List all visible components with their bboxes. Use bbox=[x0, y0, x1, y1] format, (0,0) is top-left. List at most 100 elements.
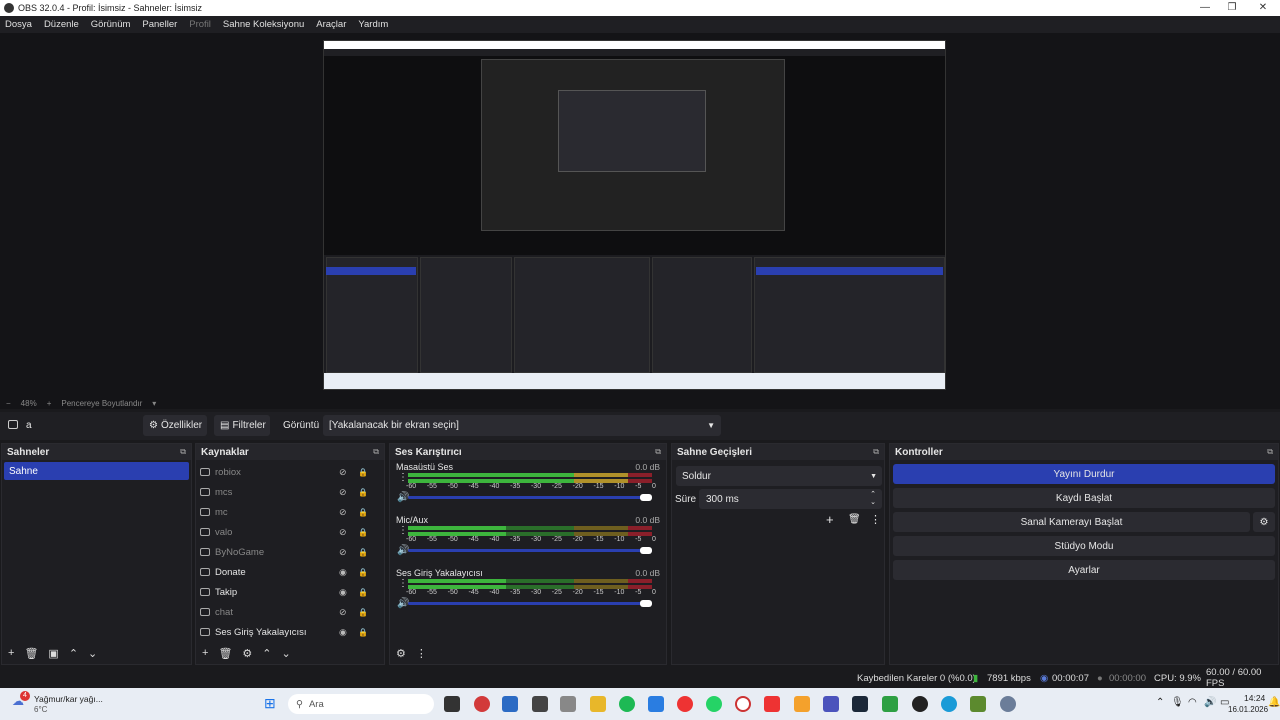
teams-icon[interactable] bbox=[823, 696, 839, 712]
undock-icon[interactable]: ⧉ bbox=[873, 447, 879, 457]
opera-icon[interactable] bbox=[735, 696, 751, 712]
menu-tools[interactable]: Araçlar bbox=[316, 19, 346, 30]
slider-knob[interactable] bbox=[640, 547, 652, 554]
transition-type-select[interactable]: Soldur ▼ bbox=[676, 466, 882, 486]
cloud-icon[interactable] bbox=[794, 696, 810, 712]
lock-icon[interactable]: 🔒 bbox=[358, 468, 368, 477]
zoom-dropdown-icon[interactable]: ▾ bbox=[152, 399, 156, 408]
source-row[interactable]: mc ⊘ 🔒 bbox=[196, 502, 384, 522]
stepper-icon[interactable]: ⌃ ⌄ bbox=[870, 491, 876, 507]
source-row[interactable]: Takip ◉ 🔒 bbox=[196, 582, 384, 602]
lock-icon[interactable]: 🔒 bbox=[358, 588, 368, 597]
zoom-in-button[interactable]: + bbox=[47, 399, 52, 408]
app-green-icon[interactable] bbox=[882, 696, 898, 712]
transition-menu-icon[interactable]: ⋮ bbox=[870, 513, 881, 526]
fit-window-label[interactable]: Pencereye Boyutlandır bbox=[61, 399, 142, 408]
lock-icon[interactable]: 🔒 bbox=[358, 628, 368, 637]
source-properties-icon[interactable]: ⚙ bbox=[242, 647, 252, 660]
filters-button[interactable]: ▤ Filtreler bbox=[214, 415, 270, 436]
undock-icon[interactable]: ⧉ bbox=[1267, 447, 1273, 457]
start-virtual-camera-button[interactable]: Sanal Kamerayı Başlat bbox=[893, 512, 1250, 532]
volume-slider[interactable] bbox=[408, 494, 652, 501]
add-source-icon[interactable]: + bbox=[202, 647, 208, 659]
browser-icon[interactable] bbox=[941, 696, 957, 712]
file-explorer-icon[interactable] bbox=[590, 696, 606, 712]
volume-icon[interactable]: 🔊 bbox=[1204, 697, 1216, 708]
source-row[interactable]: Ses Giriş Yakalayıcısı ◉ 🔒 bbox=[196, 622, 384, 642]
undock-icon[interactable]: ⧉ bbox=[373, 447, 379, 457]
start-menu-icon[interactable]: ⊞ bbox=[264, 695, 276, 712]
volume-slider[interactable] bbox=[408, 547, 652, 554]
eye-hidden-icon[interactable]: ⊘ bbox=[339, 507, 347, 518]
eye-icon[interactable]: ◉ bbox=[339, 567, 347, 578]
channel-menu-icon[interactable]: ⋮ bbox=[398, 525, 408, 536]
lock-icon[interactable]: 🔒 bbox=[358, 608, 368, 617]
source-row[interactable]: chat ⊘ 🔒 bbox=[196, 602, 384, 622]
whatsapp-icon[interactable] bbox=[706, 696, 722, 712]
remove-scene-icon[interactable]: 🗑 bbox=[24, 647, 38, 660]
clock-date[interactable]: 16.01.2026 bbox=[1228, 705, 1268, 714]
app-red-icon[interactable] bbox=[474, 696, 490, 712]
eye-hidden-icon[interactable]: ⊘ bbox=[339, 467, 347, 478]
menu-file[interactable]: Dosya bbox=[5, 19, 32, 30]
tray-chevron-icon[interactable]: ⌃ bbox=[1156, 697, 1164, 708]
source-row[interactable]: ByNoGame ⊘ 🔒 bbox=[196, 542, 384, 562]
remove-source-icon[interactable]: 🗑 bbox=[218, 647, 232, 660]
store-icon[interactable] bbox=[502, 696, 518, 712]
steam-icon[interactable] bbox=[852, 696, 868, 712]
display-select[interactable]: [Yakalanacak bir ekran seçin] ▼ bbox=[323, 415, 721, 436]
settings-button[interactable]: Ayarlar bbox=[893, 560, 1275, 580]
menu-scene-collection[interactable]: Sahne Koleksiyonu bbox=[223, 19, 304, 30]
move-down-icon[interactable]: ⌄ bbox=[88, 647, 97, 660]
slider-knob[interactable] bbox=[640, 494, 652, 501]
menu-profile[interactable]: Profil bbox=[189, 19, 211, 30]
mixer-menu-icon[interactable]: ⋮ bbox=[416, 647, 427, 660]
task-view-icon[interactable] bbox=[444, 696, 460, 712]
volume-slider[interactable] bbox=[408, 600, 652, 607]
program-preview[interactable] bbox=[323, 40, 946, 390]
start-record-button[interactable]: Kaydı Başlat bbox=[893, 488, 1275, 508]
eye-hidden-icon[interactable]: ⊘ bbox=[339, 547, 347, 558]
move-up-icon[interactable]: ⌃ bbox=[262, 647, 271, 660]
chrome-icon[interactable] bbox=[677, 696, 693, 712]
source-row[interactable]: mcs ⊘ 🔒 bbox=[196, 482, 384, 502]
lock-icon[interactable]: 🔒 bbox=[358, 548, 368, 557]
lock-icon[interactable]: 🔒 bbox=[358, 508, 368, 517]
app-blue-icon[interactable] bbox=[648, 696, 664, 712]
scene-item[interactable]: Sahne bbox=[4, 462, 189, 480]
menu-edit[interactable]: Düzenle bbox=[44, 19, 79, 30]
app-red2-icon[interactable] bbox=[764, 696, 780, 712]
minimize-icon[interactable]: — bbox=[1192, 0, 1218, 16]
lock-icon[interactable]: 🔒 bbox=[358, 488, 368, 497]
slider-knob[interactable] bbox=[640, 600, 652, 607]
settings-app-icon[interactable] bbox=[1000, 696, 1016, 712]
properties-button[interactable]: ⚙ Özellikler bbox=[143, 415, 207, 436]
eye-hidden-icon[interactable]: ⊘ bbox=[339, 487, 347, 498]
undock-icon[interactable]: ⧉ bbox=[655, 447, 661, 457]
eye-icon[interactable]: ◉ bbox=[339, 627, 347, 638]
menu-docks[interactable]: Paneller bbox=[142, 19, 177, 30]
eye-hidden-icon[interactable]: ⊘ bbox=[339, 607, 347, 618]
weather-text[interactable]: Yağmur/kar yağı... bbox=[34, 694, 103, 704]
eye-icon[interactable]: ◉ bbox=[339, 587, 347, 598]
notification-bell-icon[interactable]: 🔔 bbox=[1268, 697, 1280, 708]
taskbar-search[interactable]: ⚲ Ara bbox=[288, 694, 434, 714]
menu-help[interactable]: Yardım bbox=[358, 19, 388, 30]
studio-mode-button[interactable]: Stüdyo Modu bbox=[893, 536, 1275, 556]
add-transition-icon[interactable]: + bbox=[826, 512, 834, 527]
eye-hidden-icon[interactable]: ⊘ bbox=[339, 527, 347, 538]
pen-icon[interactable] bbox=[560, 696, 576, 712]
lock-icon[interactable]: 🔒 bbox=[358, 568, 368, 577]
wifi-icon[interactable]: ◠ bbox=[1188, 697, 1197, 708]
source-row[interactable]: robiox ⊘ 🔒 bbox=[196, 462, 384, 482]
move-up-icon[interactable]: ⌃ bbox=[69, 647, 78, 660]
advanced-audio-icon[interactable]: ⚙ bbox=[396, 647, 406, 660]
obs-taskbar-icon[interactable] bbox=[912, 696, 928, 712]
spotify-icon[interactable] bbox=[619, 696, 635, 712]
app-cube-icon[interactable] bbox=[532, 696, 548, 712]
close-icon[interactable]: ✕ bbox=[1250, 0, 1276, 16]
channel-menu-icon[interactable]: ⋮ bbox=[398, 472, 408, 483]
vcam-settings-gear-icon[interactable]: ⚙ bbox=[1253, 512, 1275, 532]
source-row[interactable]: Donate ◉ 🔒 bbox=[196, 562, 384, 582]
duration-input[interactable]: 300 ms ⌃ ⌄ bbox=[699, 489, 882, 509]
